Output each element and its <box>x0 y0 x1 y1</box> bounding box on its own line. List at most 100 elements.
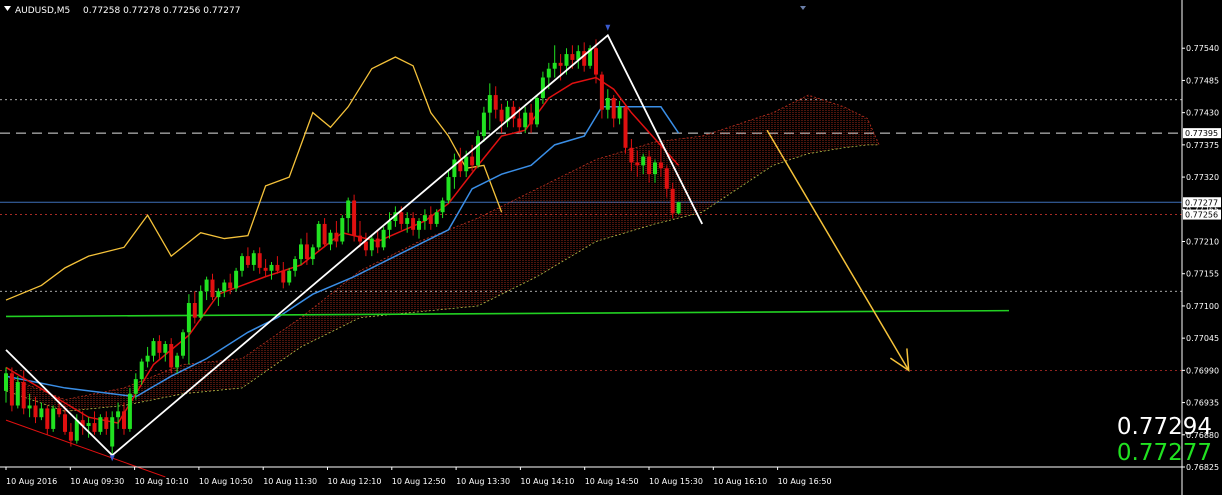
candle-body <box>299 244 303 260</box>
x-tick-label: 10 Aug 16:50 <box>778 477 832 486</box>
chart-background <box>0 0 1222 495</box>
candle-body <box>275 264 280 271</box>
candle-body <box>440 200 445 213</box>
candle-body <box>670 188 675 214</box>
x-tick-label: 10 Aug 14:10 <box>520 477 574 486</box>
x-tick-label: 10 Aug 2016 <box>6 477 57 486</box>
y-tick-label: 0.76935 <box>1186 399 1219 408</box>
candle-body <box>552 62 557 69</box>
candle-body <box>369 238 374 251</box>
candle-body <box>281 270 286 283</box>
candle-body <box>98 417 103 432</box>
candle-body <box>133 379 138 394</box>
x-tick-label: 10 Aug 09:30 <box>70 477 124 486</box>
candle-body <box>523 112 528 128</box>
x-tick-label: 10 Aug 13:30 <box>456 477 510 486</box>
candle-body <box>352 200 357 236</box>
candle-body <box>21 382 26 409</box>
candle-body <box>27 405 32 409</box>
candle-body <box>116 411 121 418</box>
candle-body <box>411 218 416 230</box>
candle-body <box>86 423 91 426</box>
candle-body <box>169 344 174 368</box>
candle-body <box>151 341 156 356</box>
candle-body <box>145 355 150 362</box>
candle-body <box>452 159 457 178</box>
candle-body <box>293 259 298 271</box>
y-tick-label: 0.77540 <box>1186 44 1219 53</box>
candle-body <box>417 221 421 230</box>
candle-body <box>63 414 67 432</box>
x-tick-label: 10 Aug 14:50 <box>585 477 639 486</box>
candle-body <box>546 68 551 78</box>
candle-body <box>15 382 20 406</box>
candle-body <box>611 98 616 119</box>
candle-body <box>641 156 646 166</box>
candle-body <box>647 156 652 175</box>
candle-body <box>517 118 522 128</box>
y-tick-label: 0.77375 <box>1186 141 1219 150</box>
x-tick-label: 10 Aug 10:10 <box>135 477 189 486</box>
x-tick-label: 10 Aug 12:10 <box>328 477 382 486</box>
candle-body <box>464 156 469 172</box>
candle-body <box>310 247 315 260</box>
candle-body <box>33 405 38 418</box>
candle-body <box>257 253 262 268</box>
candle-body <box>228 282 233 289</box>
candle-body <box>540 77 545 98</box>
chart-title-symbol: AUDUSD,M5 <box>15 6 70 16</box>
x-tick-label: 10 Aug 15:30 <box>649 477 703 486</box>
candle-body <box>617 106 622 119</box>
candle-body <box>39 408 44 418</box>
candle-body <box>245 256 250 265</box>
candle-body <box>175 355 180 368</box>
candle-body <box>104 417 109 429</box>
candle-body <box>304 244 309 260</box>
candle-body <box>198 291 203 318</box>
candle-body <box>57 408 62 415</box>
candle-body <box>428 215 433 224</box>
candle-body <box>263 267 268 271</box>
chart-title-ohlc: 0.77258 0.77278 0.77256 0.77277 <box>83 6 240 16</box>
candle-body <box>340 218 345 242</box>
candle-body <box>204 279 209 292</box>
candle-body <box>316 223 321 248</box>
candle-body <box>127 393 132 429</box>
candle-body <box>122 411 126 429</box>
candle-body <box>139 361 144 380</box>
candle-body <box>405 218 410 224</box>
candle-body <box>658 162 663 169</box>
y-tick-label: 0.77100 <box>1186 302 1219 311</box>
price-chart[interactable]: 0.77540 0.77485 0.77430 0.77375 0.77320 0.772… <box>0 0 1222 495</box>
candle-body <box>476 136 480 166</box>
price-tag-label: 0.77277 <box>1185 198 1218 207</box>
y-tick-label: 0.76990 <box>1186 366 1219 375</box>
y-tick-label: 0.77210 <box>1186 238 1219 247</box>
x-tick-label: 10 Aug 10:50 <box>199 477 253 486</box>
candle-body <box>334 232 339 242</box>
candle-body <box>251 253 256 265</box>
candle-body <box>487 95 492 113</box>
candle-body <box>186 303 191 333</box>
candle-body <box>676 202 681 214</box>
candle-body <box>358 235 362 242</box>
candle-body <box>564 54 569 66</box>
y-tick-label: 0.77320 <box>1186 173 1219 182</box>
candle-body <box>328 232 333 245</box>
candle-body <box>422 215 427 221</box>
candle-body <box>45 408 50 429</box>
candle-body <box>446 177 451 201</box>
candle-body <box>346 200 351 219</box>
candle-body <box>216 291 221 298</box>
candle-body <box>92 423 97 432</box>
candle-body <box>222 282 227 292</box>
candle-body <box>399 212 404 224</box>
x-tick-label: 10 Aug 16:10 <box>713 477 767 486</box>
price-tag-label: 0.77256 <box>1185 211 1218 220</box>
candle-body <box>269 264 274 271</box>
candle-body <box>163 344 168 353</box>
bid-price-display: 0.77294 <box>1116 414 1212 440</box>
candle-body <box>240 256 244 271</box>
candle-body <box>234 270 239 289</box>
y-tick-label: 0.77155 <box>1186 270 1219 279</box>
